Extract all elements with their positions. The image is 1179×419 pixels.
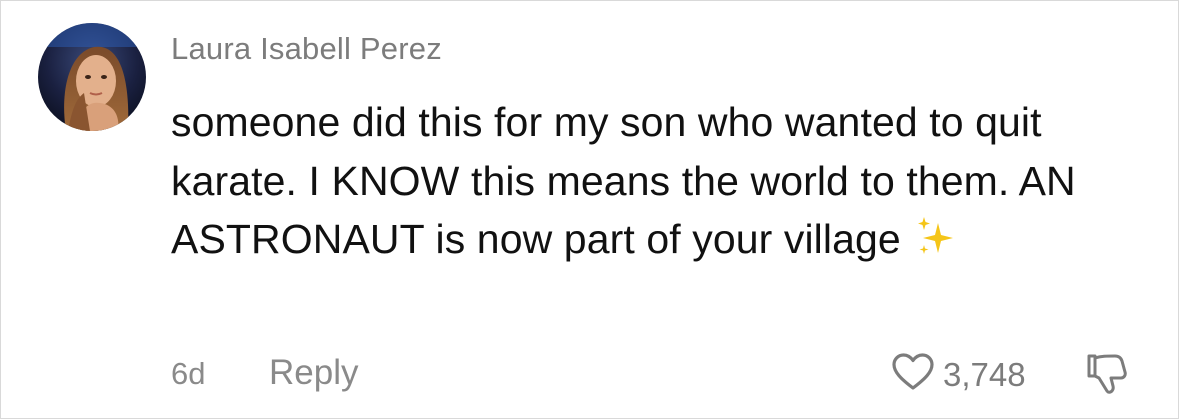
like-count: 3,748 [943,355,1026,393]
like-button[interactable]: 3,748 [891,352,1026,397]
avatar-photo [38,23,146,131]
dislike-button[interactable] [1083,352,1129,401]
avatar[interactable] [38,23,146,131]
heart-outline-icon [891,352,935,397]
comment-card: Laura Isabell Perez someone did this for… [0,0,1179,419]
sparkles-emoji [914,215,960,275]
thumbs-down-icon [1083,354,1129,400]
comment-timestamp: 6d [171,356,206,391]
comment-author[interactable]: Laura Isabell Perez [171,31,442,67]
reply-button[interactable]: Reply [269,353,358,393]
comment-body: someone did this for my son who wanted t… [171,93,1131,275]
